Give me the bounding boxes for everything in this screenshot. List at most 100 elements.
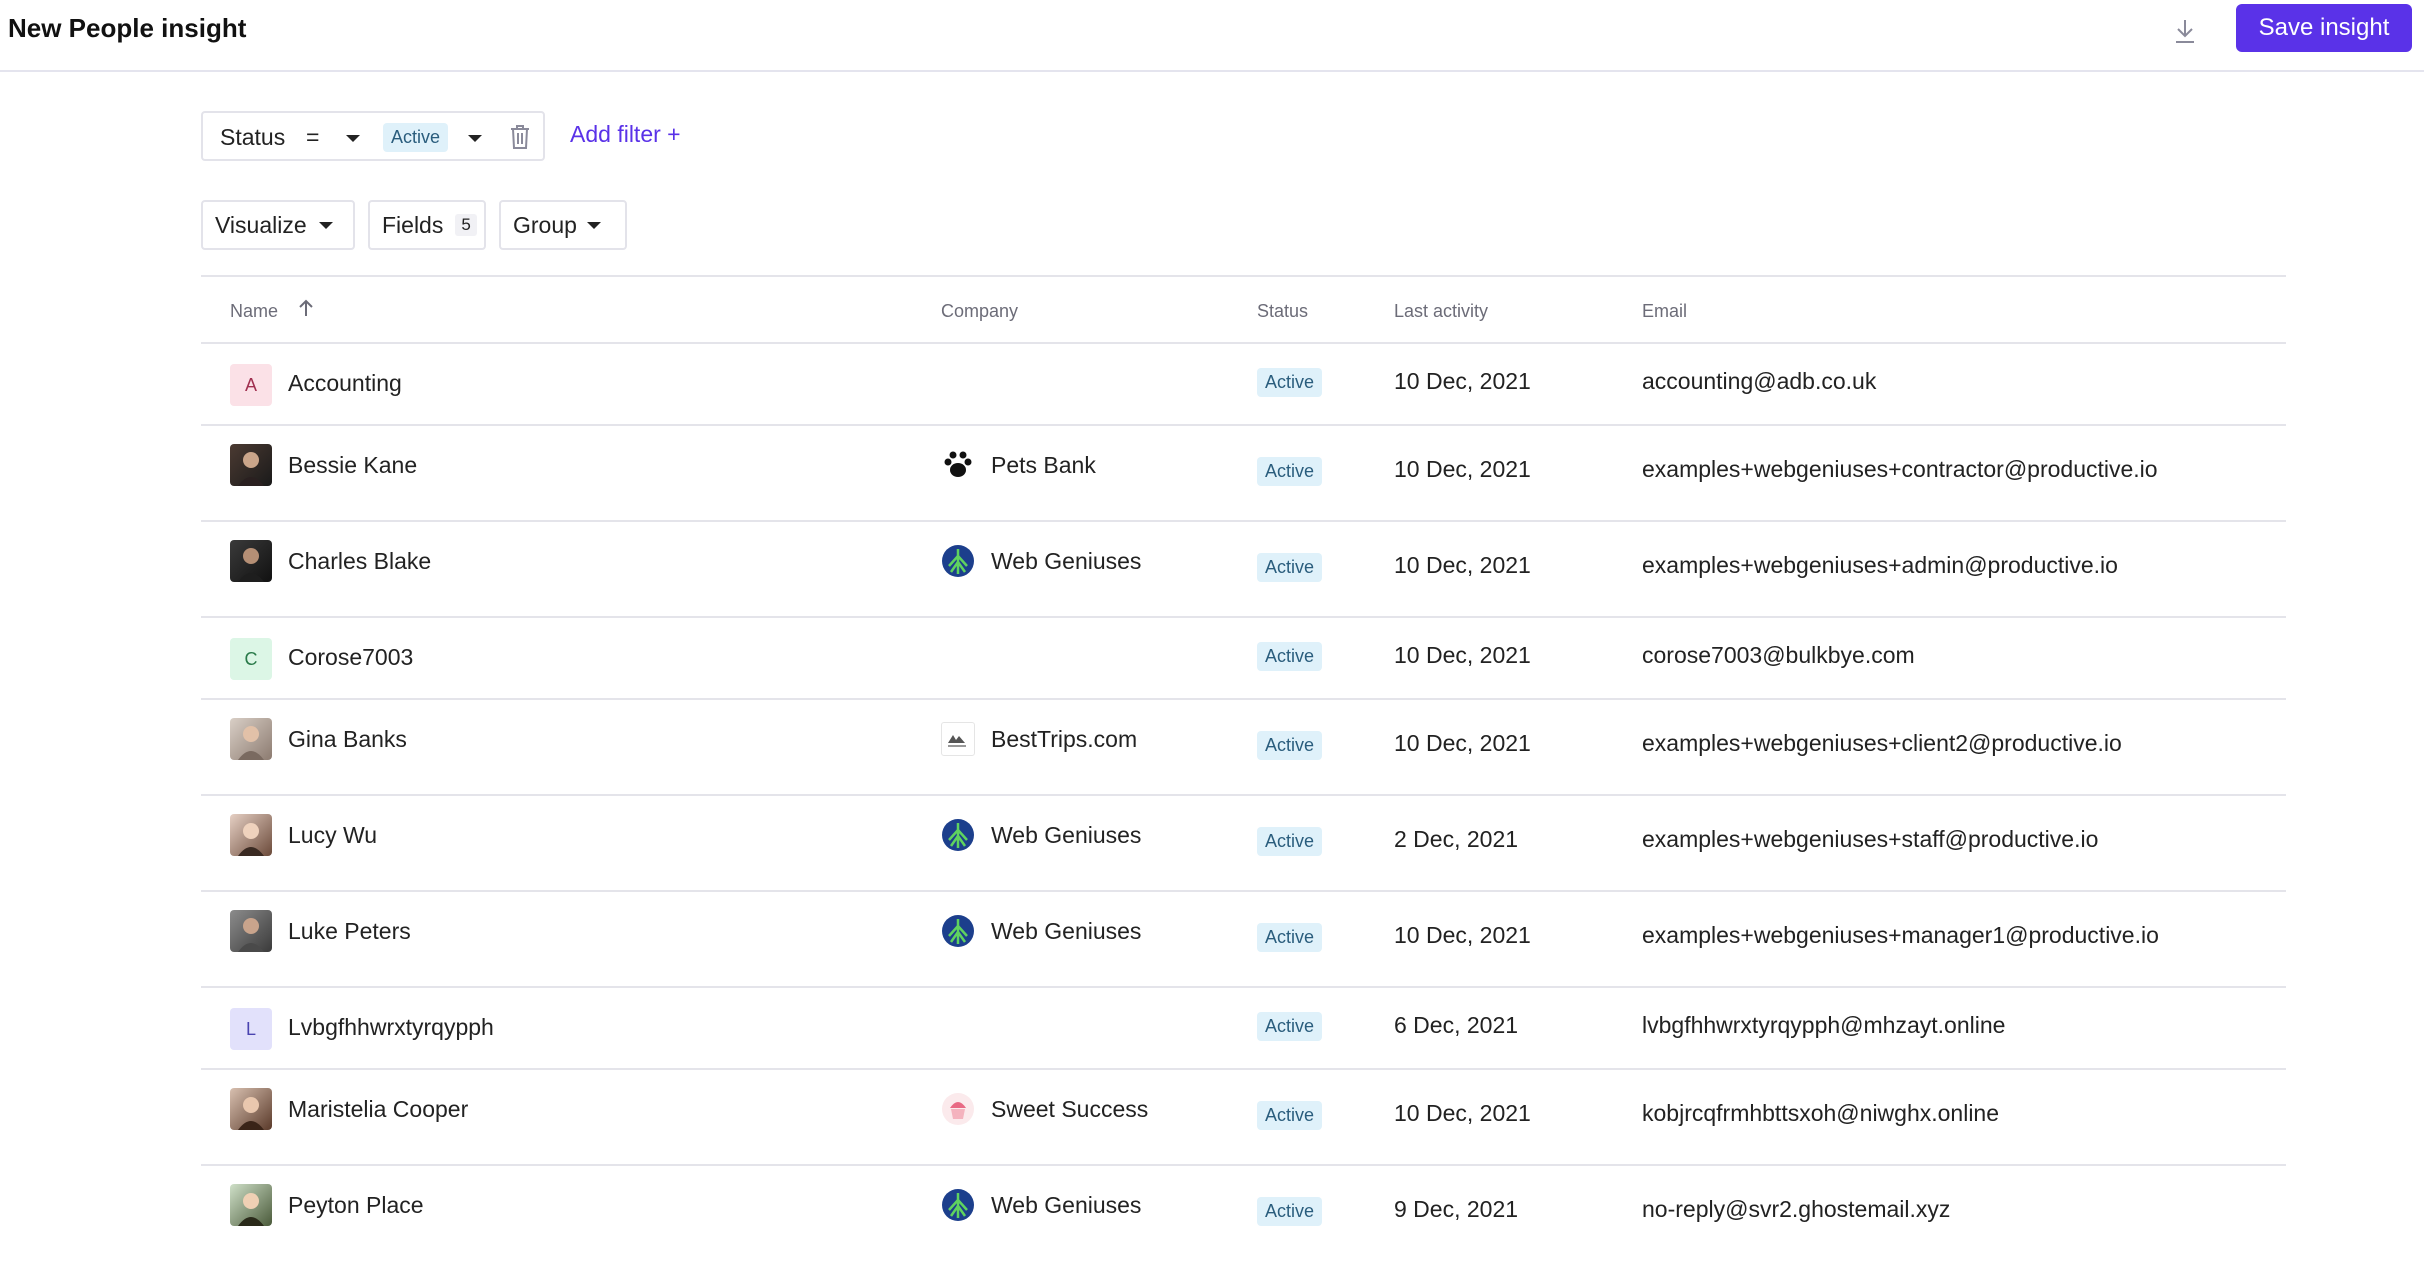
- person-name[interactable]: Accounting: [288, 370, 402, 397]
- column-header-name[interactable]: Name: [230, 301, 278, 322]
- group-label: Group: [513, 211, 577, 238]
- email: examples+webgeniuses+contractor@producti…: [1642, 456, 2158, 482]
- column-header-email[interactable]: Email: [1642, 301, 1687, 322]
- avatar: [230, 1184, 272, 1226]
- visualize-dropdown[interactable]: Visualize: [201, 200, 355, 250]
- person-name[interactable]: Corose7003: [288, 644, 413, 671]
- last-activity: 2 Dec, 2021: [1394, 826, 1519, 852]
- table-row[interactable]: Maristelia Cooper Sweet Success Active 1…: [201, 1070, 2286, 1166]
- besttrips-logo-icon: [941, 722, 975, 756]
- column-header-last-activity[interactable]: Last activity: [1394, 301, 1488, 322]
- last-activity: 9 Dec, 2021: [1394, 1196, 1519, 1222]
- last-activity: 10 Dec, 2021: [1394, 642, 1531, 668]
- status-filter[interactable]: Status = Active: [201, 111, 545, 161]
- person-name[interactable]: Bessie Kane: [288, 452, 417, 479]
- company-name[interactable]: Web Geniuses: [991, 1192, 1141, 1219]
- person-name[interactable]: Lucy Wu: [288, 822, 377, 849]
- last-activity: 6 Dec, 2021: [1394, 1012, 1519, 1038]
- status-badge: Active: [1257, 1101, 1323, 1130]
- column-header-status[interactable]: Status: [1257, 301, 1308, 322]
- status-badge: Active: [1257, 457, 1323, 486]
- person-name[interactable]: Peyton Place: [288, 1192, 424, 1219]
- visualize-label: Visualize: [215, 211, 307, 238]
- table-row[interactable]: Gina Banks BestTrips.com Active 10 Dec, …: [201, 700, 2286, 796]
- chevron-down-icon: [319, 222, 333, 229]
- group-dropdown[interactable]: Group: [499, 200, 627, 250]
- person-name[interactable]: Luke Peters: [288, 918, 411, 945]
- fields-count-badge: 5: [455, 214, 477, 236]
- company-name[interactable]: Web Geniuses: [991, 918, 1141, 945]
- company-name[interactable]: Pets Bank: [991, 452, 1096, 479]
- status-badge: Active: [1257, 368, 1323, 397]
- status-badge: Active: [1257, 923, 1323, 952]
- filter-operator[interactable]: =: [306, 124, 319, 151]
- web-geniuses-logo-icon: [941, 914, 975, 948]
- status-badge: Active: [1257, 1012, 1323, 1041]
- fields-label: Fields: [382, 211, 444, 238]
- company-name[interactable]: BestTrips.com: [991, 726, 1137, 753]
- email: no-reply@svr2.ghostemail.xyz: [1642, 1196, 1951, 1222]
- person-name[interactable]: Gina Banks: [288, 726, 407, 753]
- avatar: [230, 540, 272, 582]
- email: lvbgfhhwrxtyrqypph@mhzayt.online: [1642, 1012, 2006, 1038]
- table-row[interactable]: A Accounting Active 10 Dec, 2021 account…: [201, 344, 2286, 426]
- company-name[interactable]: Web Geniuses: [991, 548, 1141, 575]
- status-badge: Active: [1257, 731, 1323, 760]
- table-header: Name Company Status Last activity Email: [201, 275, 2286, 344]
- chevron-down-icon: [587, 222, 601, 229]
- page-title: New People insight: [8, 13, 247, 43]
- paw-icon: [941, 448, 975, 482]
- top-bar: New People insight Save insight: [0, 0, 2424, 72]
- filter-value-badge[interactable]: Active: [383, 123, 449, 152]
- fields-button[interactable]: Fields 5: [368, 200, 486, 250]
- column-header-company[interactable]: Company: [941, 301, 1018, 322]
- table-row[interactable]: Charles Blake Web Geniuses Active 10 Dec…: [201, 522, 2286, 618]
- last-activity: 10 Dec, 2021: [1394, 552, 1531, 578]
- web-geniuses-logo-icon: [941, 1188, 975, 1222]
- person-name[interactable]: Charles Blake: [288, 548, 431, 575]
- save-insight-button[interactable]: Save insight: [2236, 4, 2412, 52]
- table-row[interactable]: Lucy Wu Web Geniuses Active 2 Dec, 2021 …: [201, 796, 2286, 892]
- table-row[interactable]: L Lvbgfhhwrxtyrqypph Active 6 Dec, 2021 …: [201, 988, 2286, 1070]
- email: examples+webgeniuses+staff@productive.io: [1642, 826, 2099, 852]
- last-activity: 10 Dec, 2021: [1394, 922, 1531, 948]
- email: examples+webgeniuses+client2@productive.…: [1642, 730, 2122, 756]
- avatar: A: [230, 364, 272, 406]
- last-activity: 10 Dec, 2021: [1394, 456, 1531, 482]
- status-badge: Active: [1257, 553, 1323, 582]
- cupcake-icon: [941, 1092, 975, 1126]
- avatar: [230, 910, 272, 952]
- email: examples+webgeniuses+manager1@productive…: [1642, 922, 2159, 948]
- company-name[interactable]: Sweet Success: [991, 1096, 1148, 1123]
- avatar: C: [230, 638, 272, 680]
- table-row[interactable]: Bessie Kane Pets Bank Active 10 Dec, 202…: [201, 426, 2286, 522]
- avatar: [230, 718, 272, 760]
- email: kobjrcqfrmhbttsxoh@niwghx.online: [1642, 1100, 2000, 1126]
- operator-chevron-down-icon[interactable]: [346, 135, 360, 142]
- status-badge: Active: [1257, 1197, 1323, 1226]
- avatar: [230, 814, 272, 856]
- table-row[interactable]: Peyton Place Web Geniuses Active 9 Dec, …: [201, 1166, 2286, 1262]
- download-icon[interactable]: [2168, 14, 2202, 48]
- add-filter-button[interactable]: Add filter +: [570, 121, 681, 148]
- person-name[interactable]: Maristelia Cooper: [288, 1096, 468, 1123]
- person-name[interactable]: Lvbgfhhwrxtyrqypph: [288, 1014, 494, 1041]
- last-activity: 10 Dec, 2021: [1394, 1100, 1531, 1126]
- trash-icon[interactable]: [508, 123, 532, 151]
- email: accounting@adb.co.uk: [1642, 368, 1877, 394]
- company-name[interactable]: Web Geniuses: [991, 822, 1141, 849]
- avatar: L: [230, 1008, 272, 1050]
- status-badge: Active: [1257, 642, 1323, 671]
- status-badge: Active: [1257, 827, 1323, 856]
- email: corose7003@bulkbye.com: [1642, 642, 1915, 668]
- table-row[interactable]: Luke Peters Web Geniuses Active 10 Dec, …: [201, 892, 2286, 988]
- web-geniuses-logo-icon: [941, 818, 975, 852]
- value-chevron-down-icon[interactable]: [468, 135, 482, 142]
- sort-ascending-icon[interactable]: [297, 298, 315, 318]
- last-activity: 10 Dec, 2021: [1394, 368, 1531, 394]
- email: examples+webgeniuses+admin@productive.io: [1642, 552, 2118, 578]
- avatar: [230, 1088, 272, 1130]
- filter-field-label[interactable]: Status: [220, 124, 285, 151]
- avatar: [230, 444, 272, 486]
- table-row[interactable]: C Corose7003 Active 10 Dec, 2021 corose7…: [201, 618, 2286, 700]
